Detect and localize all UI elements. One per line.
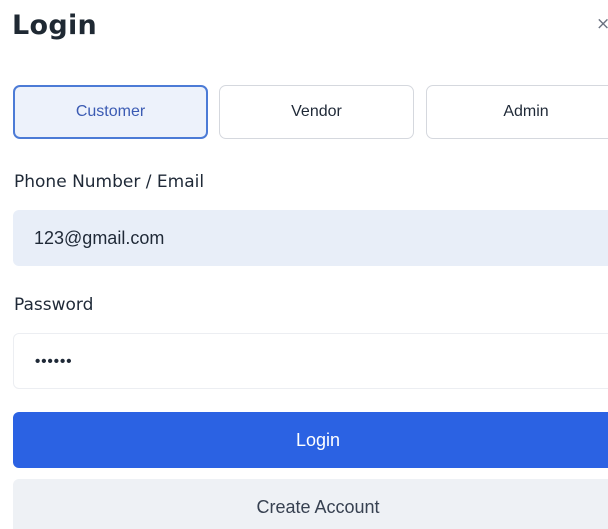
dialog-title: Login [12, 10, 98, 41]
login-button[interactable]: Login [13, 412, 608, 468]
phone-email-label: Phone Number / Email [14, 172, 205, 192]
login-dialog: Login × Customer Vendor Admin Phone Numb… [0, 0, 608, 529]
role-tab-admin[interactable]: Admin [426, 85, 608, 139]
password-label: Password [14, 295, 94, 315]
role-tab-vendor[interactable]: Vendor [219, 85, 414, 139]
close-icon[interactable]: × [596, 16, 608, 33]
password-input[interactable]: •••••• [13, 333, 608, 389]
role-tab-customer[interactable]: Customer [13, 85, 208, 139]
phone-email-input[interactable] [13, 210, 608, 266]
create-account-button[interactable]: Create Account [13, 479, 608, 529]
